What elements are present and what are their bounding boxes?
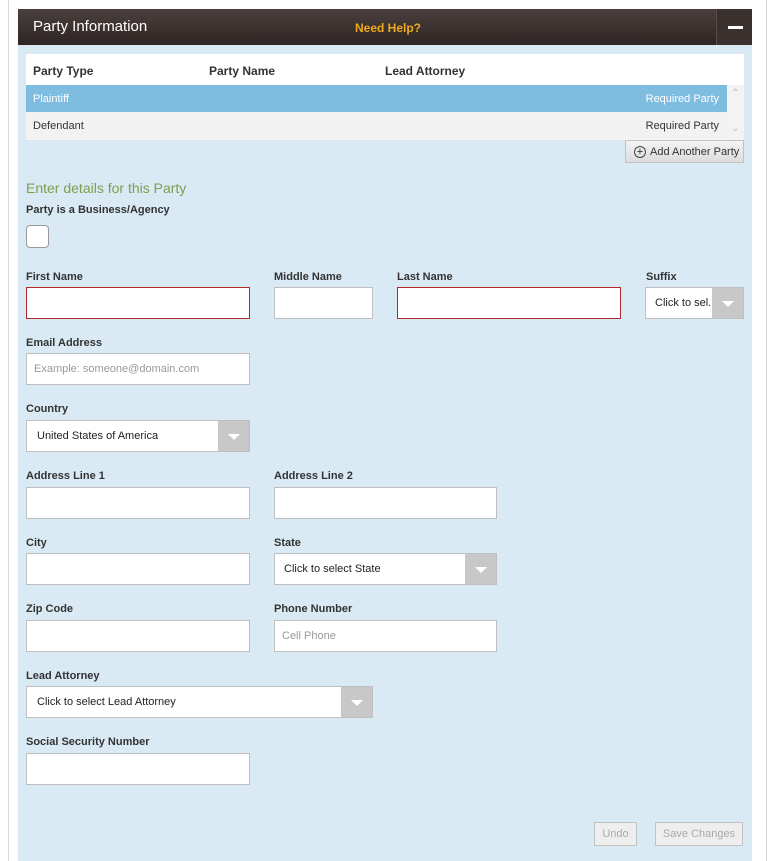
address-line-2-input[interactable] [274, 487, 497, 519]
last-name-label: Last Name [397, 271, 453, 283]
first-name-input[interactable] [26, 287, 250, 319]
party-type-cell: Plaintiff [33, 93, 69, 105]
collapse-button[interactable] [716, 9, 752, 45]
suffix-select[interactable]: Click to sel... [645, 287, 744, 319]
panel-title: Party Information [33, 18, 148, 35]
party-table-scrollbar[interactable]: ⌃ ⌄ [727, 85, 744, 140]
suffix-value: Click to sel... [655, 297, 718, 309]
add-another-party-button[interactable]: + Add Another Party [625, 140, 744, 163]
email-field[interactable]: Example: someone@domain.com [26, 353, 250, 385]
chevron-up-icon[interactable]: ⌃ [727, 88, 744, 99]
address-line-1-label: Address Line 1 [26, 470, 105, 482]
suffix-label: Suffix [646, 271, 677, 283]
country-value: United States of America [37, 430, 159, 442]
party-table-header: Party Type Party Name Lead Attorney [26, 54, 744, 85]
column-lead-attorney: Lead Attorney [385, 64, 466, 78]
party-row-plaintiff[interactable]: Plaintiff Required Party [26, 85, 727, 112]
zip-code-input[interactable] [26, 620, 250, 652]
plus-circle-icon: + [634, 146, 646, 158]
state-value: Click to select State [284, 563, 381, 575]
party-type-cell: Defendant [33, 120, 84, 132]
chevron-down-icon[interactable] [712, 288, 743, 318]
phone-number-input[interactable]: Cell Phone [274, 620, 497, 652]
ssn-label: Social Security Number [26, 736, 150, 748]
column-party-type: Party Type [33, 64, 94, 78]
party-table: Party Type Party Name Lead Attorney Plai… [26, 54, 744, 140]
ssn-input[interactable] [26, 753, 250, 785]
party-status-cell: Required Party [645, 93, 719, 105]
phone-number-label: Phone Number [274, 603, 353, 615]
business-agency-checkbox[interactable] [26, 225, 49, 248]
chevron-down-icon[interactable] [465, 554, 496, 584]
chevron-down-icon[interactable] [341, 687, 372, 717]
phone-placeholder: Cell Phone [282, 630, 336, 642]
email-label: Email Address [26, 337, 103, 349]
state-label: State [274, 537, 301, 549]
address-line-2-label: Address Line 2 [274, 470, 353, 482]
lead-attorney-select[interactable]: Click to select Lead Attorney [26, 686, 373, 718]
column-party-name: Party Name [209, 64, 276, 78]
business-agency-label: Party is a Business/Agency [26, 204, 170, 216]
first-name-label: First Name [26, 271, 83, 283]
city-input[interactable] [26, 553, 250, 585]
section-title: Enter details for this Party [26, 180, 187, 196]
party-status-cell: Required Party [645, 120, 719, 132]
middle-name-input[interactable] [274, 287, 373, 319]
last-name-input[interactable] [397, 287, 621, 319]
add-party-label: Add Another Party [650, 145, 740, 158]
chevron-down-icon[interactable]: ⌄ [727, 123, 744, 134]
chevron-down-icon[interactable] [218, 421, 249, 451]
undo-button[interactable]: Undo [594, 822, 637, 846]
middle-name-label: Middle Name [274, 271, 342, 283]
country-label: Country [26, 403, 69, 415]
state-select[interactable]: Click to select State [274, 553, 497, 585]
city-label: City [26, 537, 47, 549]
party-row-defendant[interactable]: Defendant Required Party [26, 112, 727, 139]
lead-attorney-label: Lead Attorney [26, 670, 100, 682]
lead-attorney-value: Click to select Lead Attorney [37, 696, 176, 708]
panel-header: Party Information Need Help? [18, 9, 752, 45]
email-placeholder: Example: someone@domain.com [34, 363, 200, 375]
country-select[interactable]: United States of America [26, 420, 250, 452]
need-help-link[interactable]: Need Help? [355, 21, 421, 35]
minus-icon [728, 26, 743, 29]
zip-code-label: Zip Code [26, 603, 74, 615]
party-information-panel: Party Information Need Help? Party Type … [18, 9, 752, 861]
save-changes-button[interactable]: Save Changes [655, 822, 743, 846]
address-line-1-input[interactable] [26, 487, 250, 519]
